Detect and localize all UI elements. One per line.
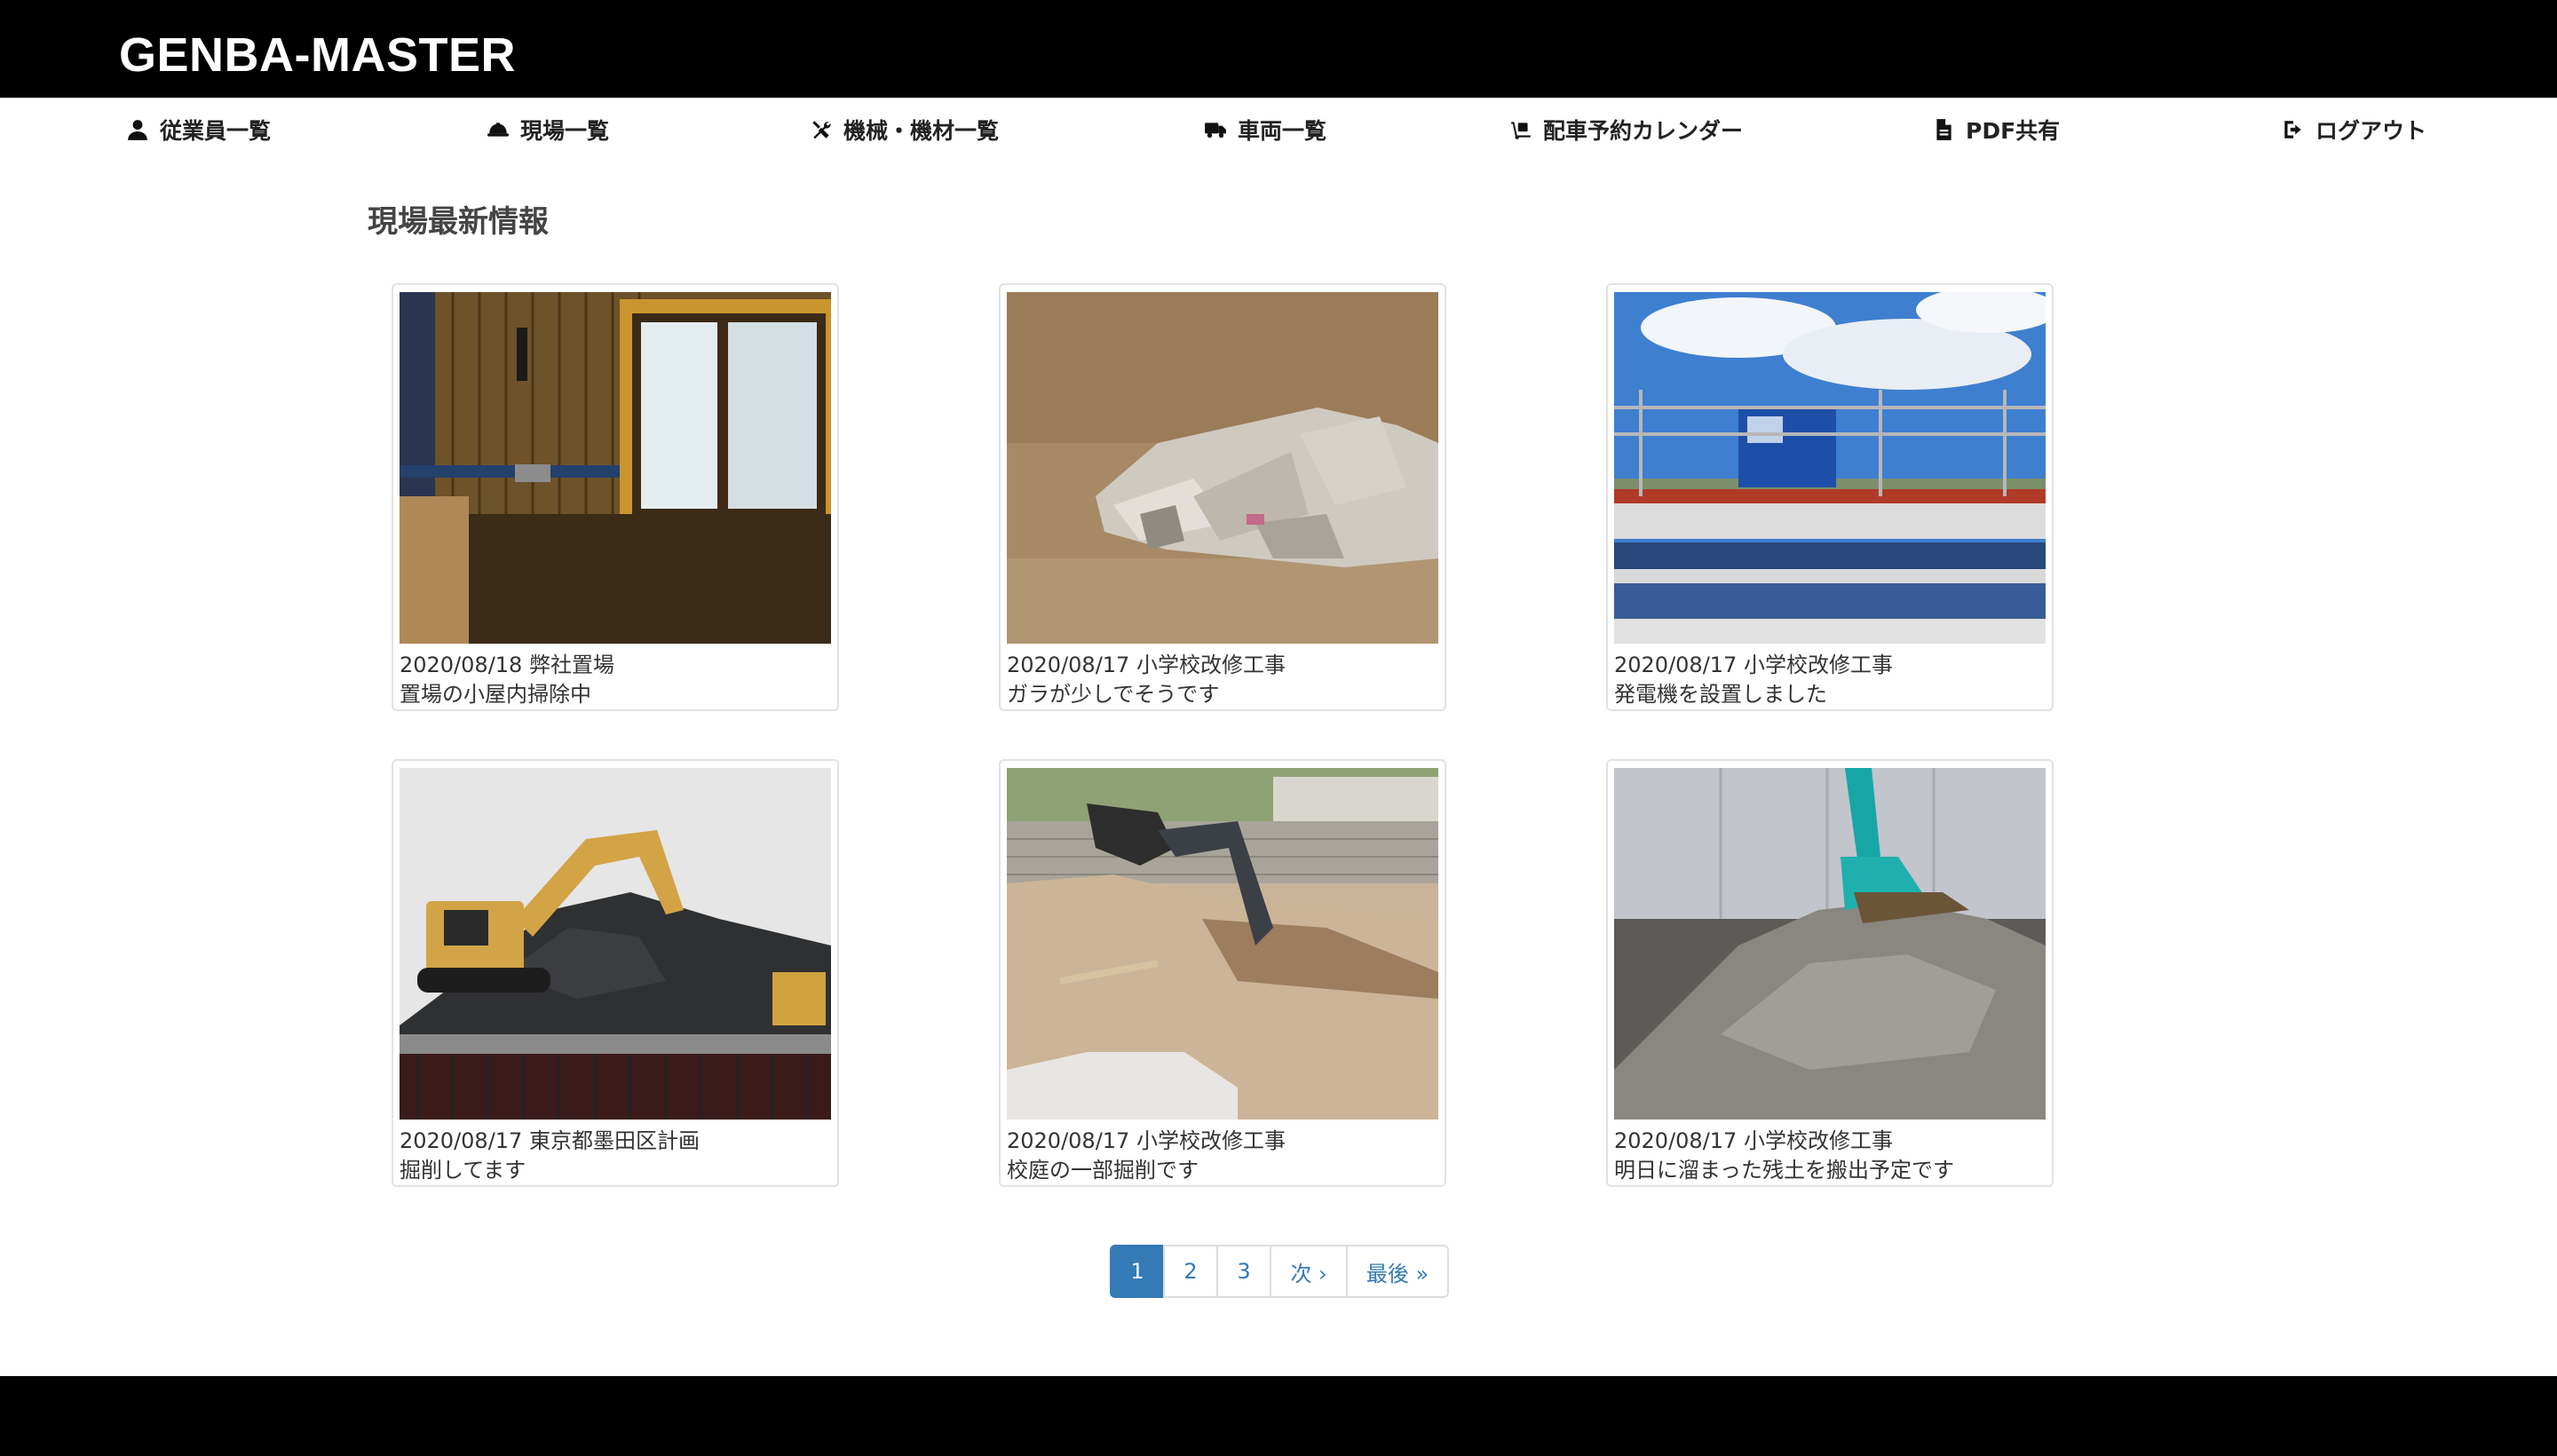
nav-label-logout: ログアウト xyxy=(2316,118,2427,144)
last-page-button[interactable]: 最後 » xyxy=(1346,1245,1449,1298)
nav-label-dispatch-calendar: 配車予約カレンダー xyxy=(1543,118,1744,144)
post-photo[interactable] xyxy=(400,768,831,1120)
nav-label-employees: 従業員一覧 xyxy=(160,118,272,144)
post-photo[interactable] xyxy=(1007,292,1438,644)
nav-item-machines[interactable]: 機械・機材一覧 xyxy=(810,114,999,146)
post-card[interactable]: 2020/08/17 小学校改修工事 発電機を設置しました xyxy=(1606,283,2054,711)
post-meta: 2020/08/18 弊社置場 xyxy=(400,653,614,677)
nav-label-machines: 機械・機材一覧 xyxy=(843,118,1000,144)
post-comment: ガラが少しでそうです xyxy=(1007,682,1220,707)
post-card[interactable]: 2020/08/18 弊社置場 置場の小屋内掃除中 xyxy=(392,283,839,711)
post-card[interactable]: 2020/08/17 小学校改修工事 校庭の一部掘削です xyxy=(999,759,1446,1187)
nav-item-logout[interactable]: ログアウト xyxy=(2282,114,2426,146)
post-comment: 置場の小屋内掃除中 xyxy=(400,682,591,707)
post-photo[interactable] xyxy=(1614,292,2046,644)
post-meta: 2020/08/17 小学校改修工事 xyxy=(1007,653,1286,677)
post-comment: 明日に溜まった残土を搬出予定です xyxy=(1614,1158,1955,1183)
tools-icon xyxy=(812,121,831,139)
hard-hat-icon xyxy=(487,123,509,137)
post-meta: 2020/08/17 東京都墨田区計画 xyxy=(400,1128,700,1153)
post-card[interactable]: 2020/08/17 小学校改修工事 明日に溜まった残土を搬出予定です xyxy=(1606,759,2054,1187)
dolly-icon xyxy=(1511,122,1531,139)
post-meta: 2020/08/17 小学校改修工事 xyxy=(1614,1128,1893,1153)
truck-icon xyxy=(1205,123,1226,138)
nav-item-vehicles[interactable]: 車両一覧 xyxy=(1204,114,1326,146)
pagination: 1 2 3 次 › 最後 » xyxy=(1110,1245,1449,1298)
page-3-button[interactable]: 3 xyxy=(1216,1245,1271,1298)
footer-bar xyxy=(0,1376,2557,1456)
post-meta: 2020/08/17 小学校改修工事 xyxy=(1614,653,1893,677)
post-card[interactable]: 2020/08/17 東京都墨田区計画 掘削してます xyxy=(392,759,839,1187)
nav-item-sites[interactable]: 現場一覧 xyxy=(487,114,609,146)
post-photo[interactable] xyxy=(1007,768,1438,1120)
brand-logo[interactable]: GENBA-MASTER xyxy=(119,27,516,83)
nav-item-pdf-share[interactable]: PDF共有 xyxy=(1932,114,2060,146)
pdf-file-icon xyxy=(1936,119,1951,140)
nav-item-employees[interactable]: 従業員一覧 xyxy=(126,114,271,146)
nav-label-sites: 現場一覧 xyxy=(520,118,610,144)
nav-label-pdf-share: PDF共有 xyxy=(1966,118,2061,144)
post-meta: 2020/08/17 小学校改修工事 xyxy=(1007,1128,1286,1153)
post-photo[interactable] xyxy=(1614,768,2046,1120)
nav-item-dispatch-calendar[interactable]: 配車予約カレンダー xyxy=(1509,114,1743,146)
post-card[interactable]: 2020/08/17 小学校改修工事 ガラが少しでそうです xyxy=(999,283,1446,711)
page-title: 現場最新情報 xyxy=(368,204,549,240)
post-comment: 校庭の一部掘削です xyxy=(1007,1158,1199,1183)
user-icon xyxy=(128,120,147,140)
page-2-button[interactable]: 2 xyxy=(1163,1245,1218,1298)
nav-label-vehicles: 車両一覧 xyxy=(1238,118,1327,144)
post-comment: 掘削してます xyxy=(400,1158,526,1183)
post-comment: 発電機を設置しました xyxy=(1614,682,1827,707)
next-page-button[interactable]: 次 › xyxy=(1270,1245,1348,1298)
page-1-button[interactable]: 1 xyxy=(1110,1245,1165,1298)
post-photo[interactable] xyxy=(400,292,831,644)
top-header-bar: GENBA-MASTER xyxy=(0,0,2557,98)
main-nav: 従業員一覧 現場一覧 機械・機材一覧 車両一覧 配車予約カレンダー PDF共有 … xyxy=(0,98,2557,160)
sign-out-icon xyxy=(2284,121,2301,138)
